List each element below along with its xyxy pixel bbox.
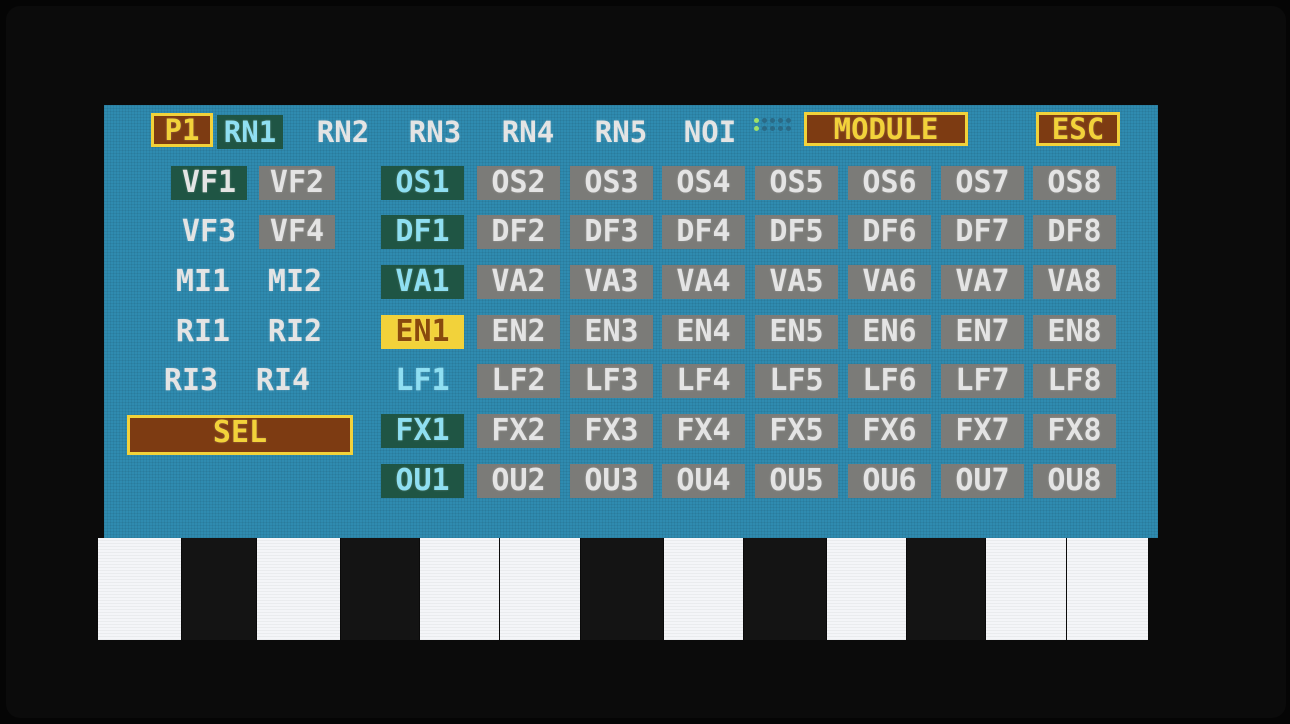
module-cell-ou2[interactable]: OU2 bbox=[477, 464, 560, 498]
voice-filter-3[interactable]: VF3 bbox=[171, 215, 247, 249]
module-cell-ou1[interactable]: OU1 bbox=[381, 464, 464, 498]
voice-filter-1[interactable]: VF1 bbox=[171, 166, 247, 200]
esc-button[interactable]: ESC bbox=[1036, 112, 1120, 146]
module-cell-fx5[interactable]: FX5 bbox=[755, 414, 838, 448]
module-cell-lf7[interactable]: LF7 bbox=[941, 364, 1024, 398]
module-cell-df4[interactable]: DF4 bbox=[662, 215, 745, 249]
module-cell-en8[interactable]: EN8 bbox=[1033, 315, 1116, 349]
module-cell-va6[interactable]: VA6 bbox=[848, 265, 931, 299]
module-cell-fx7[interactable]: FX7 bbox=[941, 414, 1024, 448]
module-cell-en7[interactable]: EN7 bbox=[941, 315, 1024, 349]
module-cell-os1[interactable]: OS1 bbox=[381, 166, 464, 200]
tab-rn5[interactable]: RN5 bbox=[582, 115, 660, 149]
pad-10[interactable] bbox=[827, 538, 906, 640]
ring-input-2[interactable]: RI2 bbox=[251, 315, 339, 349]
module-cell-va3[interactable]: VA3 bbox=[570, 265, 653, 299]
module-cell-fx4[interactable]: FX4 bbox=[662, 414, 745, 448]
page-indicator[interactable]: P1 bbox=[151, 113, 213, 147]
module-cell-os4[interactable]: OS4 bbox=[662, 166, 745, 200]
module-cell-va7[interactable]: VA7 bbox=[941, 265, 1024, 299]
module-cell-df2[interactable]: DF2 bbox=[477, 215, 560, 249]
module-cell-en3[interactable]: EN3 bbox=[570, 315, 653, 349]
pad-3[interactable] bbox=[257, 538, 340, 640]
tab-rn4[interactable]: RN4 bbox=[489, 115, 567, 149]
module-cell-os3[interactable]: OS3 bbox=[570, 166, 653, 200]
module-cell-lf5[interactable]: LF5 bbox=[755, 364, 838, 398]
module-cell-lf6[interactable]: LF6 bbox=[848, 364, 931, 398]
module-cell-lf1[interactable]: LF1 bbox=[381, 364, 464, 398]
module-cell-va1[interactable]: VA1 bbox=[381, 265, 464, 299]
pad-7[interactable] bbox=[581, 538, 663, 640]
sel-button[interactable]: SEL bbox=[127, 415, 353, 455]
mod-input-1[interactable]: MI1 bbox=[159, 265, 247, 299]
module-cell-lf4[interactable]: LF4 bbox=[662, 364, 745, 398]
module-cell-os8[interactable]: OS8 bbox=[1033, 166, 1116, 200]
module-cell-os5[interactable]: OS5 bbox=[755, 166, 838, 200]
module-cell-fx6[interactable]: FX6 bbox=[848, 414, 931, 448]
module-cell-ou8[interactable]: OU8 bbox=[1033, 464, 1116, 498]
module-cell-os2[interactable]: OS2 bbox=[477, 166, 560, 200]
module-cell-os7[interactable]: OS7 bbox=[941, 166, 1024, 200]
module-cell-df7[interactable]: DF7 bbox=[941, 215, 1024, 249]
pad-5[interactable] bbox=[420, 538, 499, 640]
lcd-screen: P1 RN1 RN2 RN3 RN4 RN5 NOI MODULE ESC VF… bbox=[104, 105, 1158, 538]
module-cell-va4[interactable]: VA4 bbox=[662, 265, 745, 299]
module-cell-ou4[interactable]: OU4 bbox=[662, 464, 745, 498]
module-cell-va8[interactable]: VA8 bbox=[1033, 265, 1116, 299]
pad-9[interactable] bbox=[744, 538, 826, 640]
module-cell-va2[interactable]: VA2 bbox=[477, 265, 560, 299]
tab-rn1[interactable]: RN1 bbox=[217, 115, 283, 149]
module-button[interactable]: MODULE bbox=[804, 112, 968, 146]
module-cell-en6[interactable]: EN6 bbox=[848, 315, 931, 349]
module-cell-ou6[interactable]: OU6 bbox=[848, 464, 931, 498]
voice-filter-2[interactable]: VF2 bbox=[259, 166, 335, 200]
module-cell-lf2[interactable]: LF2 bbox=[477, 364, 560, 398]
pad-2[interactable] bbox=[182, 538, 256, 640]
module-cell-fx8[interactable]: FX8 bbox=[1033, 414, 1116, 448]
ring-input-1[interactable]: RI1 bbox=[159, 315, 247, 349]
pad-4[interactable] bbox=[341, 538, 419, 640]
module-cell-ou7[interactable]: OU7 bbox=[941, 464, 1024, 498]
pad-12[interactable] bbox=[986, 538, 1066, 640]
module-cell-en1[interactable]: EN1 bbox=[381, 315, 464, 349]
mod-input-2[interactable]: MI2 bbox=[251, 265, 339, 299]
module-cell-lf8[interactable]: LF8 bbox=[1033, 364, 1116, 398]
module-cell-en5[interactable]: EN5 bbox=[755, 315, 838, 349]
module-cell-df3[interactable]: DF3 bbox=[570, 215, 653, 249]
pad-6[interactable] bbox=[500, 538, 580, 640]
module-cell-en2[interactable]: EN2 bbox=[477, 315, 560, 349]
module-cell-os6[interactable]: OS6 bbox=[848, 166, 931, 200]
tab-noi[interactable]: NOI bbox=[674, 115, 746, 149]
pad-8[interactable] bbox=[664, 538, 743, 640]
pad-11[interactable] bbox=[907, 538, 985, 640]
page-dots-indicator bbox=[754, 117, 798, 135]
ring-input-3[interactable]: RI3 bbox=[147, 364, 235, 398]
module-cell-df1[interactable]: DF1 bbox=[381, 215, 464, 249]
module-cell-fx2[interactable]: FX2 bbox=[477, 414, 560, 448]
voice-filter-4[interactable]: VF4 bbox=[259, 215, 335, 249]
pad-13[interactable] bbox=[1067, 538, 1148, 640]
tab-rn2[interactable]: RN2 bbox=[305, 115, 381, 149]
module-cell-df8[interactable]: DF8 bbox=[1033, 215, 1116, 249]
module-cell-df6[interactable]: DF6 bbox=[848, 215, 931, 249]
module-cell-en4[interactable]: EN4 bbox=[662, 315, 745, 349]
module-cell-df5[interactable]: DF5 bbox=[755, 215, 838, 249]
pad-1[interactable] bbox=[98, 538, 181, 640]
module-cell-ou5[interactable]: OU5 bbox=[755, 464, 838, 498]
module-cell-lf3[interactable]: LF3 bbox=[570, 364, 653, 398]
module-cell-va5[interactable]: VA5 bbox=[755, 265, 838, 299]
module-cell-fx1[interactable]: FX1 bbox=[381, 414, 464, 448]
module-cell-ou3[interactable]: OU3 bbox=[570, 464, 653, 498]
ring-input-4[interactable]: RI4 bbox=[239, 364, 327, 398]
module-cell-fx3[interactable]: FX3 bbox=[570, 414, 653, 448]
tab-rn3[interactable]: RN3 bbox=[396, 115, 474, 149]
